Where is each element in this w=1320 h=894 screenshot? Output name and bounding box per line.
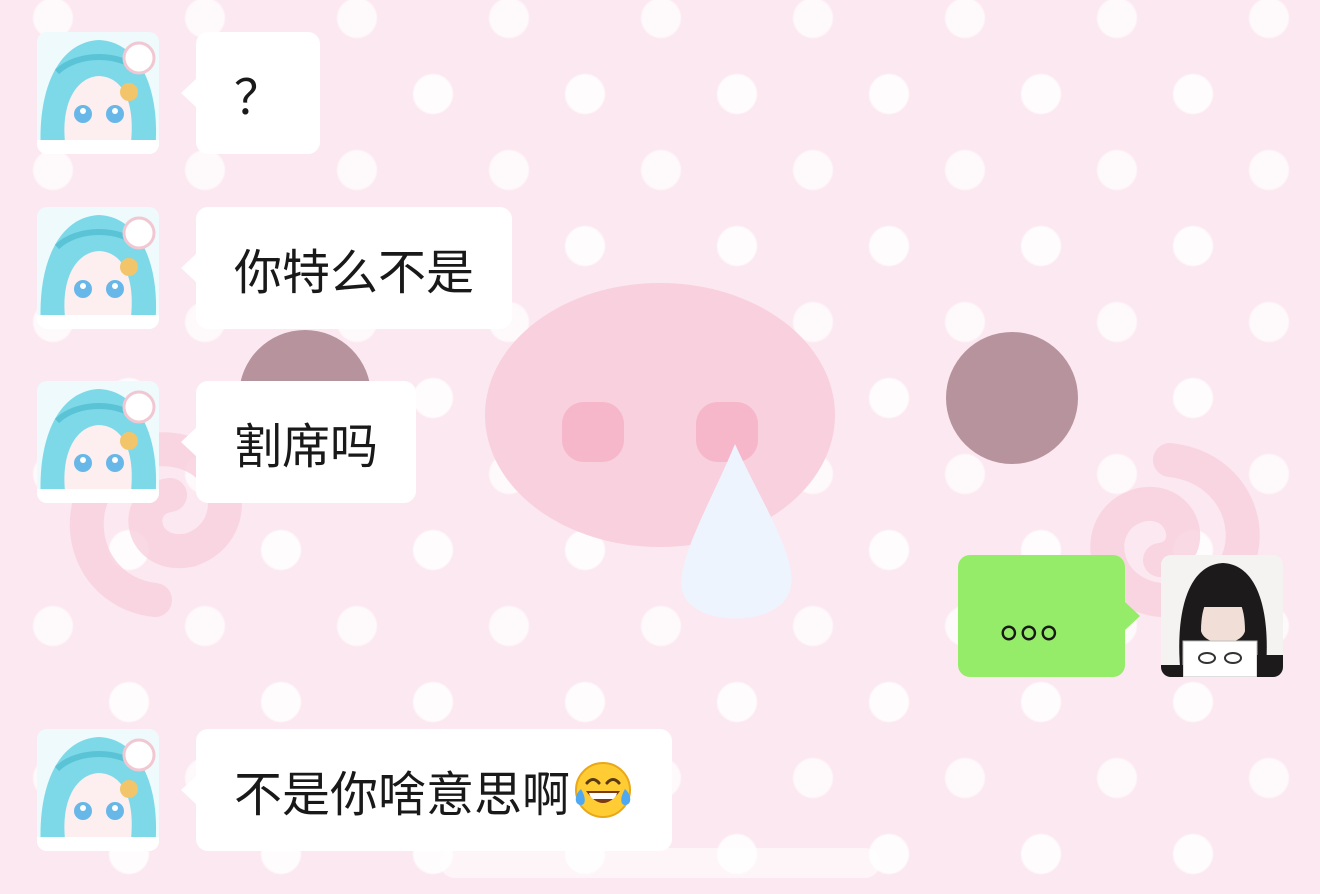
anime-girl-avatar-icon[interactable] — [37, 32, 159, 154]
watermark-bar — [440, 848, 880, 878]
tears-of-joy-emoji-icon — [572, 759, 634, 821]
message-text: 你特么不是 — [234, 245, 475, 301]
message-text: ？ — [234, 70, 283, 126]
message-text: 。。。 — [999, 593, 1087, 649]
message-bubble[interactable]: 不是你啥意思啊 — [180, 729, 673, 851]
user-photo-avatar-icon[interactable] — [1161, 555, 1283, 677]
message-bubble[interactable]: ？ — [180, 32, 321, 154]
message-bubble[interactable]: 割席吗 — [180, 381, 417, 503]
chat-window: ？ 你特么不是 割席吗 。。。 不是你啥意思啊 — [0, 0, 1320, 894]
message-bubble[interactable]: 你特么不是 — [180, 207, 513, 329]
message-text: 不是你啥意思啊 — [234, 767, 571, 823]
message-bubble-outgoing[interactable]: 。。。 — [958, 555, 1140, 677]
anime-girl-avatar-icon[interactable] — [37, 207, 159, 329]
message-text: 割席吗 — [234, 419, 379, 475]
anime-girl-avatar-icon[interactable] — [37, 729, 159, 851]
anime-girl-avatar-icon[interactable] — [37, 381, 159, 503]
